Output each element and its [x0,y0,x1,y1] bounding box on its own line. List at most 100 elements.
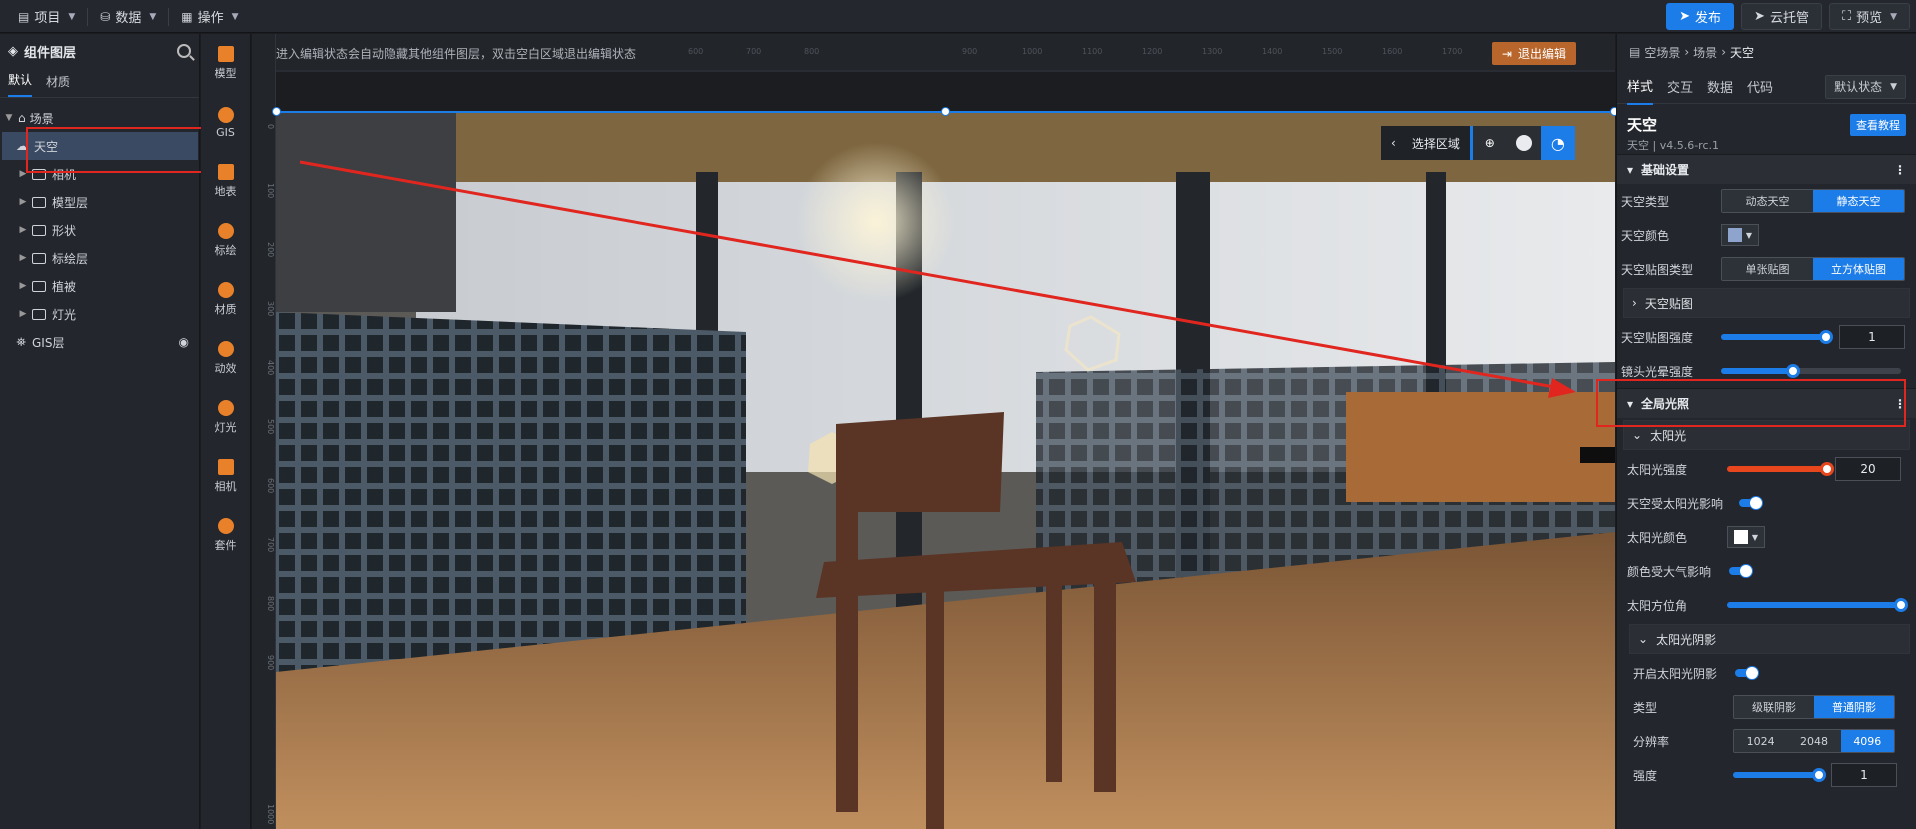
menu-project[interactable]: ▤ 项目 ▼ [6,0,87,33]
sky-color-picker[interactable]: ▼ [1721,224,1759,246]
iconbar-label: 相机 [214,480,237,493]
tab-default[interactable]: 默认 [8,71,33,97]
tree-item-vegetation[interactable]: ▶ 植被 [0,272,199,300]
tab-material[interactable]: 材质 [46,73,70,97]
resize-handle[interactable] [272,107,281,116]
shadow-strength-slider[interactable] [1733,768,1826,782]
cloud-host-button[interactable]: ➤ 云托管 [1741,3,1822,30]
chevron-down-icon: ▼ [149,11,157,22]
slider-knob[interactable] [1811,768,1826,782]
select-region-button[interactable]: ‹ 选择区域 [1381,126,1470,160]
state-select[interactable]: 默认状态 ▼ [1825,74,1906,99]
breadcrumb-item[interactable]: 空场景 [1644,44,1680,61]
preview-button[interactable]: ⛶ 预览 ▼ [1828,3,1910,30]
menu-project-label: 项目 [34,11,61,26]
menu-data[interactable]: ⛁ 数据 ▼ [88,0,168,33]
rotate-icon: ◔ [1550,133,1565,153]
tab-style[interactable]: 样式 [1627,68,1654,105]
globe-icon [217,106,234,123]
view-tutorial-button[interactable]: 查看教程 [1850,114,1906,136]
slider-knob[interactable] [1894,598,1908,612]
chevron-right-icon: › [1632,296,1637,310]
shadow-type-label: 类型 [1633,700,1658,715]
atmo-affected-label: 颜色受大气影响 [1627,564,1712,579]
sun-intensity-slider[interactable] [1727,462,1834,476]
annotation-box-tree [26,127,219,173]
sky-texture-strength-label: 天空贴图强度 [1621,330,1694,345]
sky-affected-toggle[interactable] [1739,496,1763,510]
section-title: 太阳光 [1650,428,1687,443]
sky-texture-type-row: 天空贴图类型 单张贴图 立方体贴图 [1617,252,1916,286]
exit-edit-button[interactable]: ⇥ 退出编辑 [1491,42,1576,65]
sun-azimuth-slider[interactable] [1727,598,1908,612]
iconbar-material[interactable]: 材质 [201,270,250,329]
tree-label: 灯光 [52,307,77,322]
atmo-affected-toggle[interactable] [1729,564,1753,578]
resolution-label: 分辨率 [1633,734,1670,749]
kit-icon [217,518,234,534]
sky-type-dynamic[interactable]: 动态天空 [1722,190,1813,212]
iconbar-effect[interactable]: 动效 [201,329,250,388]
tree-item-gis-layer[interactable]: ⛯ GIS层 ◉ [0,328,199,356]
slider-knob[interactable] [1818,330,1833,344]
sun-intensity-input[interactable]: 20 [1835,457,1901,481]
menu-operate-label: 操作 [197,11,224,26]
sky-texture-strength-input[interactable]: 1 [1839,325,1905,349]
resolution-1024[interactable]: 1024 [1734,730,1788,752]
search-icon[interactable] [177,44,191,58]
tree-item-light[interactable]: ▶ 灯光 [0,300,199,328]
iconbar-camera[interactable]: 相机 [201,447,250,506]
tree-label: 植被 [52,279,77,294]
edit-notice-text: 进入编辑状态会自动隐藏其他组件图层，双击空白区域退出编辑状态 [276,46,637,61]
slider-knob[interactable] [1820,462,1834,476]
iconbar-model[interactable]: 模型 [201,34,250,93]
send-icon: ➤ [1754,9,1765,24]
rotate-mode-button[interactable]: ◔ [1540,126,1575,160]
resolution-4096[interactable]: 4096 [1840,730,1894,752]
tab-data[interactable]: 数据 [1707,69,1733,104]
tree-item-shape[interactable]: ▶ 形状 [0,216,199,244]
sky-texture-strength-slider[interactable] [1721,330,1833,344]
tab-interaction[interactable]: 交互 [1667,69,1693,104]
eye-hidden-icon[interactable]: ◉ [179,335,189,349]
shadow-strength-input[interactable]: 1 [1831,763,1897,787]
iconbar-light[interactable]: 灯光 [201,388,250,447]
enable-shadow-toggle[interactable] [1735,666,1759,680]
model-icon [217,46,234,62]
section-sun-shadow[interactable]: ⌄ 太阳光阴影 [1629,624,1910,654]
texture-single[interactable]: 单张贴图 [1722,258,1813,280]
sky-color-label: 天空颜色 [1621,228,1670,243]
sky-color-row: 天空颜色 ▼ [1617,218,1916,252]
more-icon[interactable]: ⋮ [1894,163,1906,177]
texture-cube[interactable]: 立方体贴图 [1813,258,1904,280]
iconbar-gis[interactable]: GIS [201,93,250,152]
resize-handle[interactable] [941,107,950,116]
resolution-2048[interactable]: 2048 [1787,730,1841,752]
sun-color-picker[interactable]: ▼ [1727,526,1765,548]
shadow-normal[interactable]: 普通阴影 [1814,696,1894,718]
exit-edit-label: 退出编辑 [1517,47,1566,61]
menu-operate[interactable]: ▦ 操作 ▼ [169,0,250,33]
tab-code[interactable]: 代码 [1747,69,1773,104]
publish-button[interactable]: ➤ 发布 [1666,3,1735,30]
section-sky-texture[interactable]: › 天空贴图 [1623,288,1910,318]
sphere-mode-button[interactable] [1506,126,1541,160]
shadow-cascade[interactable]: 级联阴影 [1734,696,1814,718]
iconbar-plot[interactable]: 标绘 [201,211,250,270]
scene-icon: ⌂ [18,111,26,125]
lens-flare-slider[interactable] [1721,364,1901,378]
tree-item-model-layer[interactable]: ▶ 模型层 [0,188,199,216]
annotation-box-lens-flare [1596,379,1906,427]
color-swatch [1733,530,1748,544]
globe-mode-button[interactable]: ⊕ [1472,126,1507,160]
slider-knob[interactable] [1786,364,1800,378]
scene-viewport[interactable] [276,112,1615,829]
cloud-host-label: 云托管 [1769,11,1809,26]
breadcrumb-item[interactable]: 场景 [1693,44,1717,61]
iconbar-kit[interactable]: 套件 [201,506,250,565]
folder-icon [32,280,46,292]
tree-item-plot-layer[interactable]: ▶ 标绘层 [0,244,199,272]
sky-type-static[interactable]: 静态天空 [1813,190,1904,212]
section-basic-settings[interactable]: ▾ 基础设置 ⋮ [1617,154,1916,184]
iconbar-terrain[interactable]: 地表 [201,152,250,211]
